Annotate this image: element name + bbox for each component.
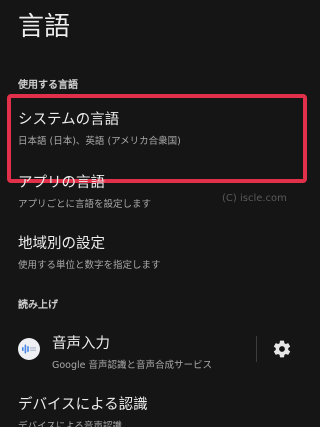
device-recognition-title: デバイスによる認識 — [18, 397, 148, 413]
regional-settings-title: 地域別の設定 — [18, 236, 105, 252]
vertical-divider — [256, 336, 257, 362]
page-title: 言語 — [18, 12, 71, 42]
section-header-read-aloud: 読み上げ — [18, 300, 58, 311]
system-language-title: システムの言語 — [18, 112, 120, 128]
regional-settings-item[interactable]: 地域別の設定 使用する単位と数字を指定します — [0, 232, 320, 280]
voice-input-icon — [18, 338, 40, 360]
language-settings-screen: 言語 使用する言語 システムの言語 日本語 (日本)、英語 (アメリカ合衆国) … — [0, 0, 320, 427]
watermark: (C) iscle.com — [222, 193, 287, 204]
regional-settings-subtitle: 使用する単位と数字を指定します — [18, 260, 161, 271]
system-language-item[interactable]: システムの言語 日本語 (日本)、英語 (アメリカ合衆国) — [0, 108, 320, 158]
voice-input-subtitle: Google 音声認識と音声合成サービス — [52, 360, 213, 371]
device-recognition-item[interactable]: デバイスによる認識 デバイスによる音声認識 — [0, 393, 320, 427]
gear-icon[interactable] — [272, 339, 292, 359]
app-language-title: アプリの言語 — [18, 175, 105, 191]
system-language-subtitle: 日本語 (日本)、英語 (アメリカ合衆国) — [18, 136, 181, 147]
device-recognition-subtitle: デバイスによる音声認識 — [18, 421, 122, 427]
section-header-used-languages: 使用する言語 — [18, 80, 78, 91]
